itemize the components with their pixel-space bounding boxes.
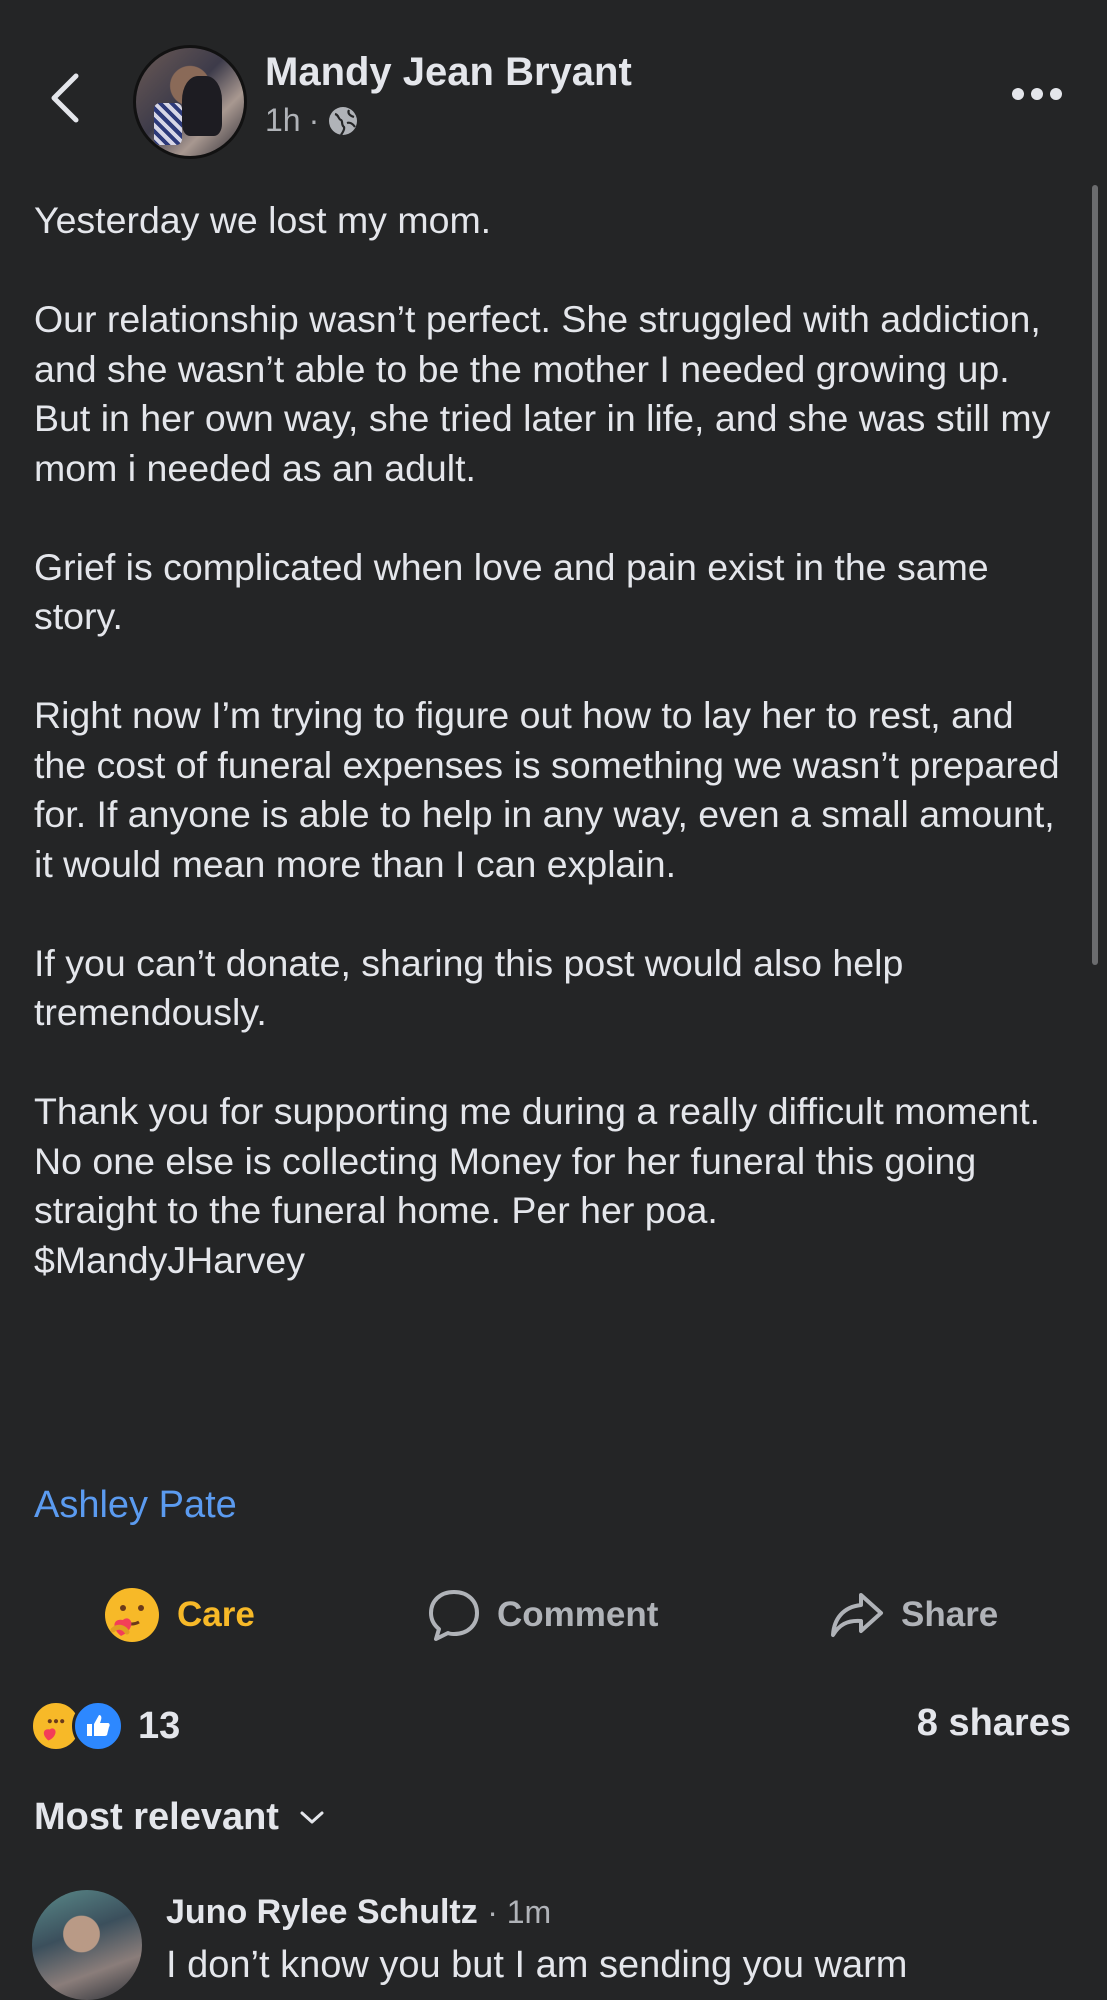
comment-button[interactable]: Comment <box>427 1580 658 1650</box>
post-header: Mandy Jean Bryant 1h · <box>0 0 1107 180</box>
post-meta: 1h · <box>265 102 359 139</box>
post-paragraph: Our relationship wasn’t perfect. She str… <box>34 298 1051 489</box>
post-paragraph: No one else is collecting Money for her … <box>34 1139 977 1232</box>
care-button[interactable]: Care <box>103 1580 255 1650</box>
post-paragraph: Grief is complicated when love and pain … <box>34 545 989 638</box>
comment-text: I don’t know you but I am sending you wa… <box>166 1944 908 1986</box>
back-chevron-icon <box>51 73 79 123</box>
globe-icon <box>329 106 358 136</box>
post-paragraph: Right now I’m trying to figure out how t… <box>34 694 1060 885</box>
share-label: Share <box>901 1595 999 1634</box>
action-bar: Care Comment Share <box>0 1580 1107 1650</box>
comment-time: 1m <box>506 1894 552 1930</box>
share-button[interactable]: Share <box>829 1580 998 1650</box>
tagged-user-link[interactable]: Ashley Pate <box>34 1484 237 1527</box>
back-button[interactable] <box>44 68 84 128</box>
like-thumb-icon <box>72 1700 124 1752</box>
post-paragraph: If you can’t donate, sharing this post w… <box>34 941 904 1034</box>
comment-label: Comment <box>497 1595 659 1634</box>
more-dots-icon <box>1012 88 1024 100</box>
reaction-count: 13 <box>138 1704 181 1747</box>
comment-bubble-icon <box>429 1590 479 1641</box>
comment-author[interactable]: Juno Rylee Schultz <box>166 1893 478 1931</box>
sort-label: Most relevant <box>34 1796 279 1838</box>
share-arrow-icon <box>831 1593 883 1637</box>
share-count[interactable]: 8 shares <box>917 1702 1071 1745</box>
comment-time-separator: · <box>487 1894 507 1930</box>
commenter-avatar[interactable] <box>32 1890 142 2000</box>
post-time[interactable]: 1h <box>265 102 301 139</box>
author-name[interactable]: Mandy Jean Bryant <box>265 50 632 95</box>
more-options-button[interactable] <box>1012 88 1062 100</box>
care-emoji-icon <box>105 1588 159 1642</box>
author-avatar[interactable] <box>133 45 247 159</box>
comment-sort-dropdown[interactable]: Most relevant <box>34 1796 325 1839</box>
scrollbar[interactable] <box>1092 185 1098 965</box>
post-body: Yesterday we lost my mom. Our relationsh… <box>34 196 1074 1285</box>
post-paragraph: Thank you for supporting me during a rea… <box>34 1090 1041 1132</box>
chevron-down-icon <box>300 1811 324 1823</box>
comment-author-line: Juno Rylee Schultz · 1m <box>166 1893 551 1932</box>
reactions-summary[interactable]: 13 <box>30 1700 180 1752</box>
care-label: Care <box>177 1595 255 1634</box>
cashtag: $MandyJHarvey <box>34 1238 305 1281</box>
post-paragraph: Yesterday we lost my mom. <box>34 199 492 241</box>
meta-separator: · <box>308 102 320 138</box>
